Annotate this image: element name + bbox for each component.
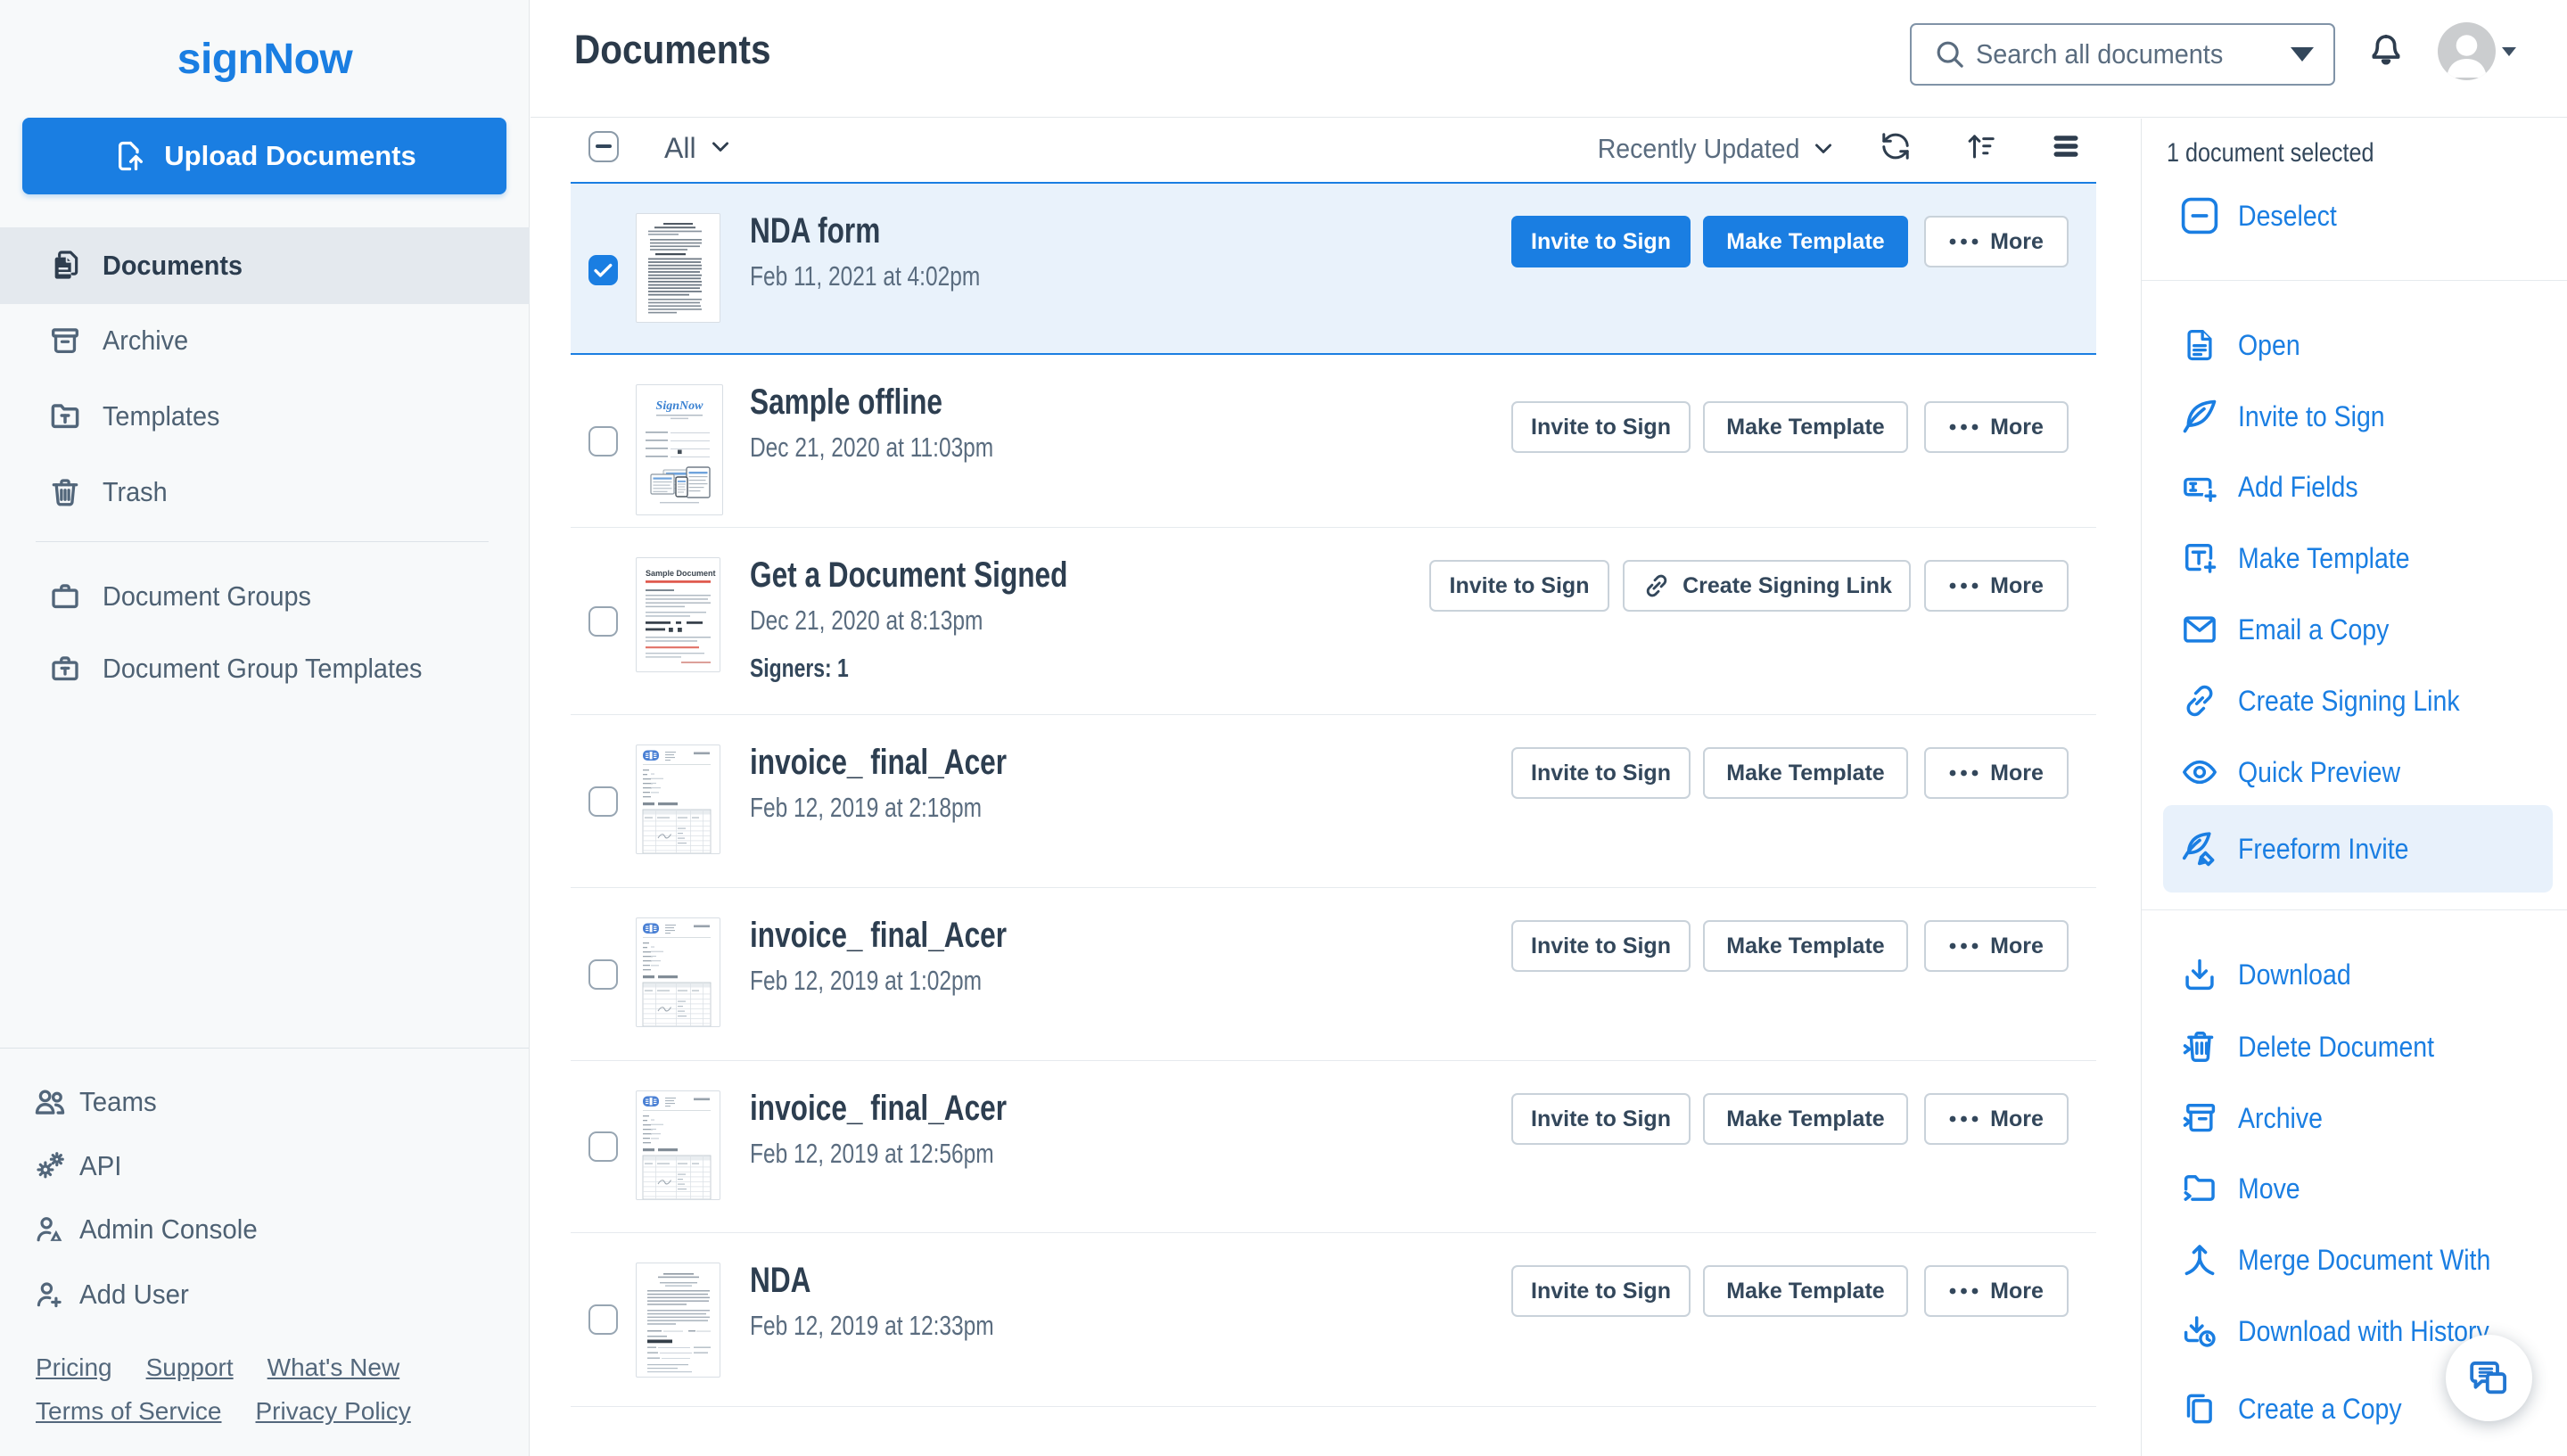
svg-text:Sample Document: Sample Document [646,569,716,578]
svg-text:SignNow: SignNow [656,399,704,413]
